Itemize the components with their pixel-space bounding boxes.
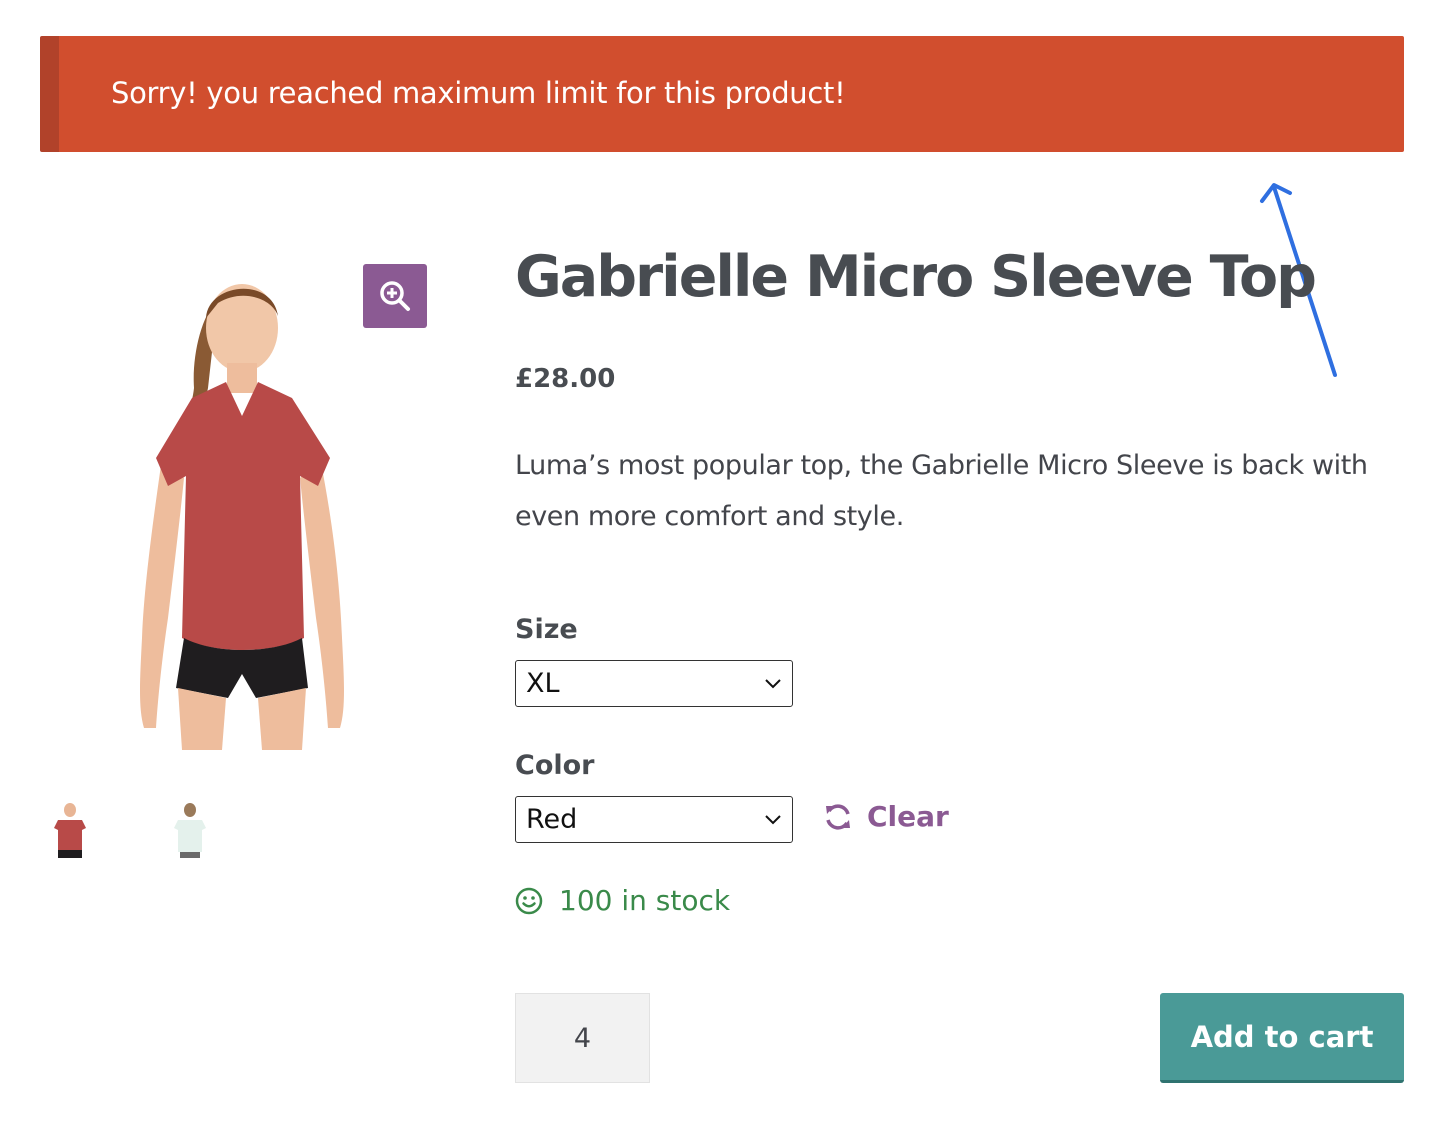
color-label: Color [515, 750, 595, 781]
chevron-down-icon [765, 679, 781, 689]
color-select-value: Red [526, 804, 578, 835]
clear-label: Clear [867, 800, 949, 833]
stock-text: 100 in stock [559, 884, 731, 917]
smiley-icon [515, 887, 543, 914]
product-price: £28.00 [515, 364, 616, 394]
white-top-thumbnail[interactable] [168, 800, 212, 864]
add-to-cart-label: Add to cart [1190, 1019, 1374, 1054]
notice-message: Sorry! you reached maximum limit for thi… [111, 76, 846, 110]
zoom-button[interactable] [363, 264, 427, 328]
product-main-image[interactable] [122, 258, 362, 750]
zoom-in-icon [380, 281, 410, 311]
product-title: Gabrielle Micro Sleeve Top [515, 244, 1317, 310]
product-description: Luma’s most popular top, the Gabrielle M… [515, 450, 1368, 532]
refresh-icon [826, 803, 850, 830]
clear-button[interactable]: Clear [823, 800, 949, 833]
stock-status: 100 in stock [515, 884, 730, 917]
product-gallery [40, 230, 460, 890]
chevron-down-icon [765, 815, 781, 825]
size-label: Size [515, 614, 578, 645]
quantity-value: 4 [573, 1022, 592, 1054]
quantity-input[interactable]: 4 [515, 993, 650, 1083]
red-top-thumbnail[interactable] [48, 800, 92, 864]
add-to-cart-button[interactable]: Add to cart [1160, 993, 1404, 1083]
size-select[interactable]: XL [515, 660, 793, 707]
size-select-value: XL [526, 668, 560, 699]
color-select[interactable]: Red [515, 796, 793, 843]
error-notice: Sorry! you reached maximum limit for thi… [40, 36, 1404, 152]
